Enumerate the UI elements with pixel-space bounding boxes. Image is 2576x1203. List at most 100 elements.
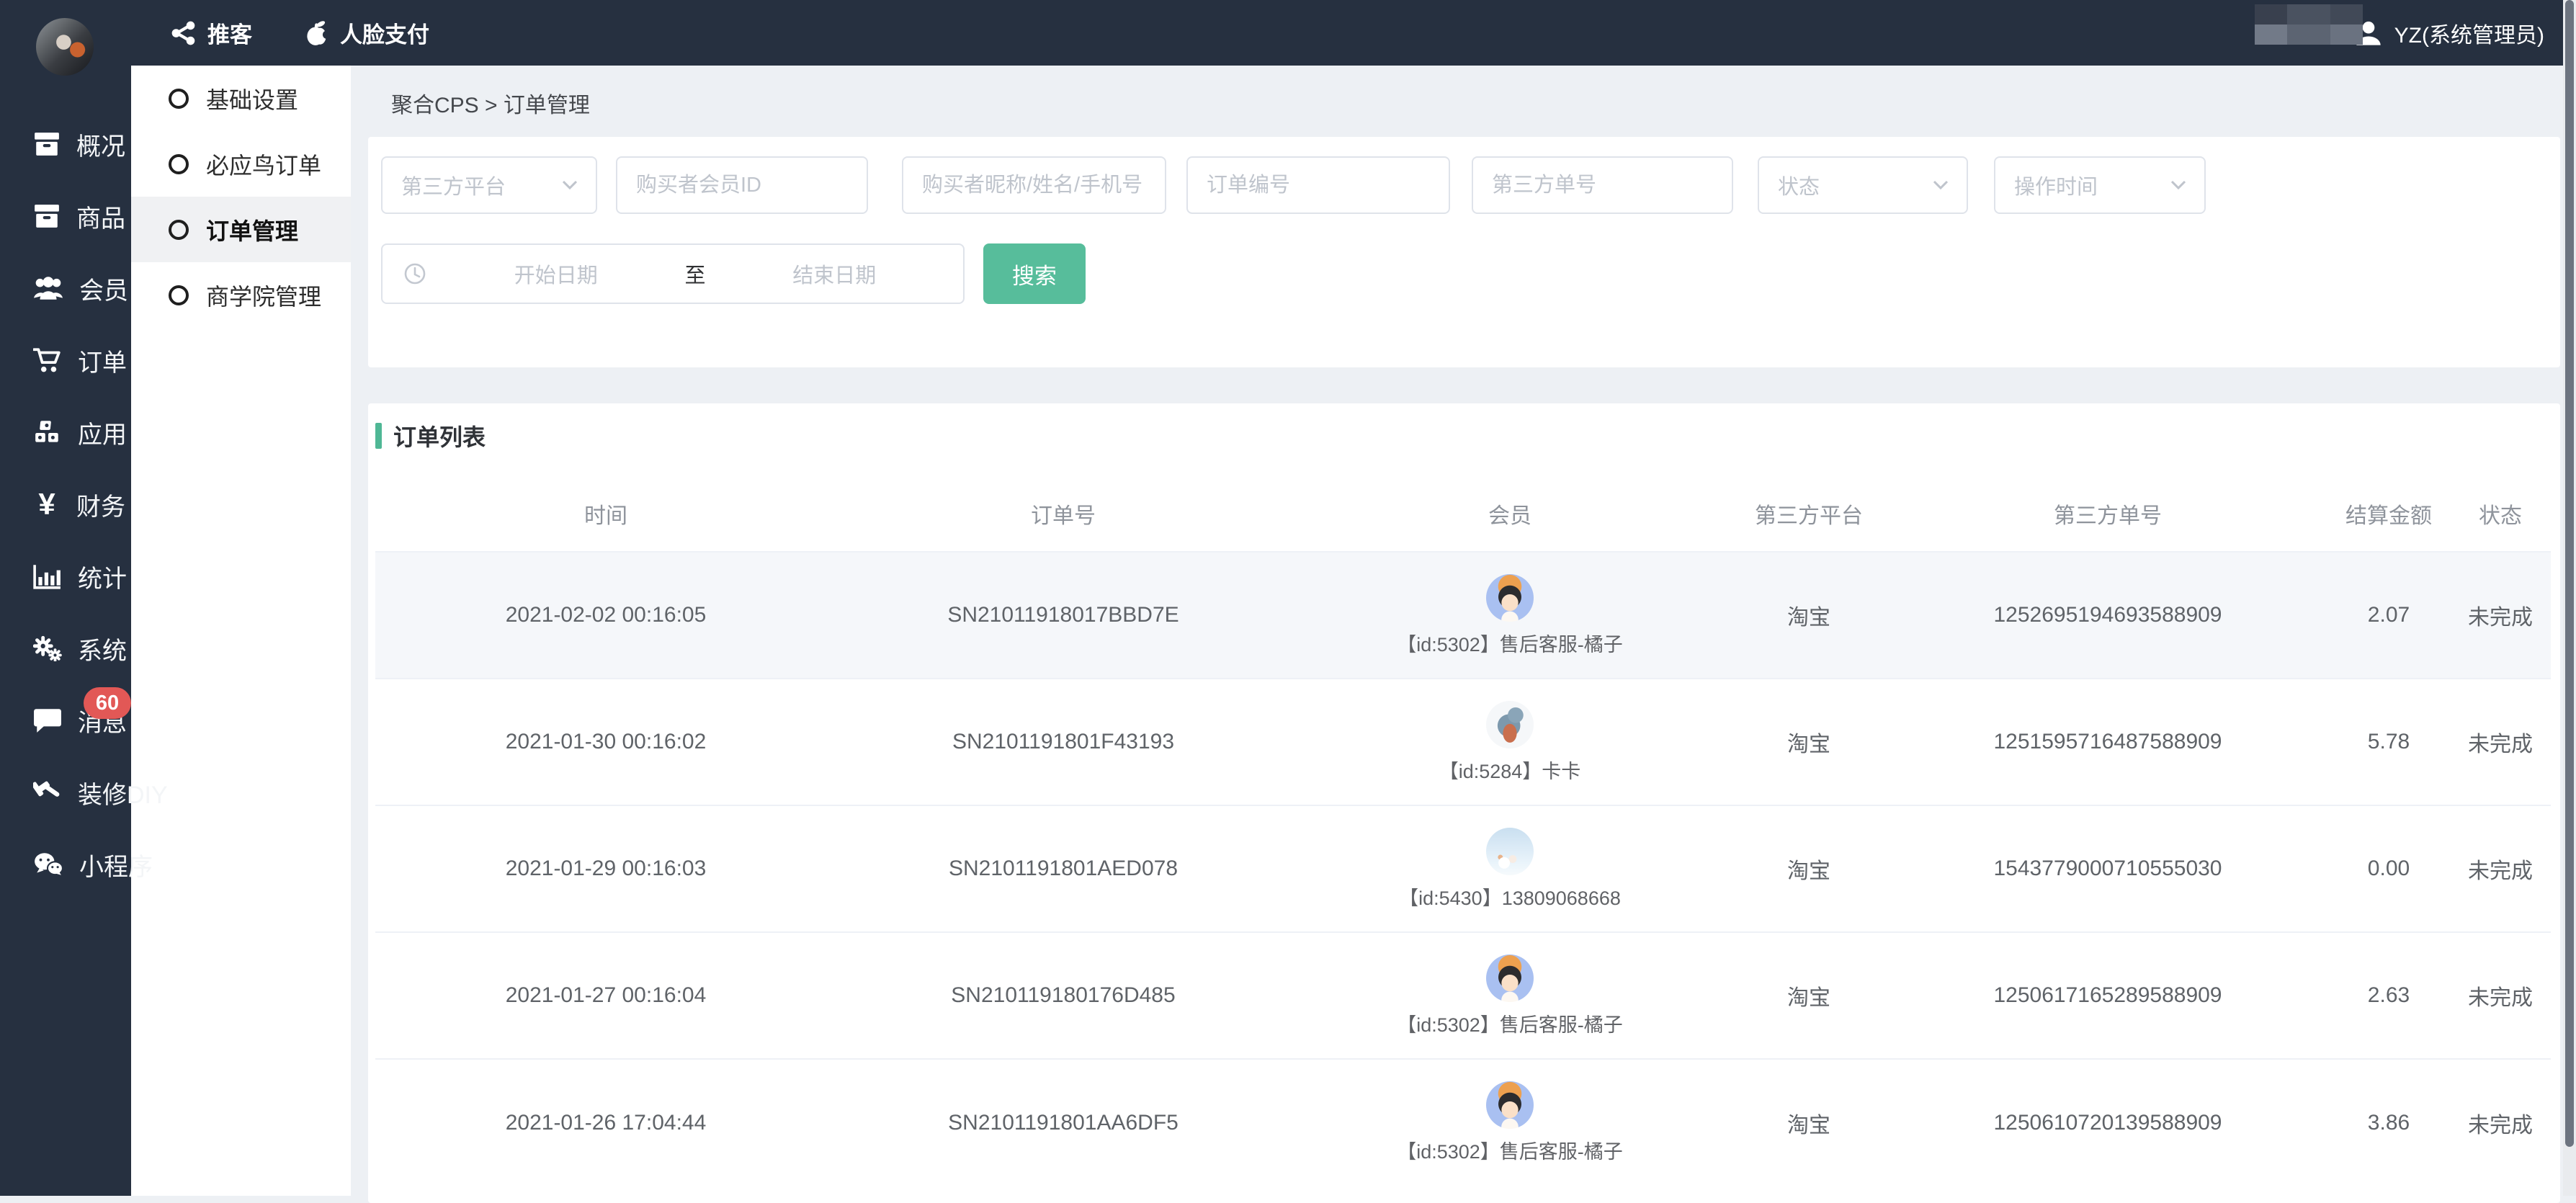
sidebar-item-label: 装修DIY — [78, 775, 168, 810]
topbar-tabs: 推客 人脸支付 — [170, 17, 429, 49]
cell-member: 【id:5302】售后客服-橘子 — [1290, 932, 1730, 1059]
submenu-item-order-management[interactable]: 订单管理 — [131, 197, 351, 262]
share-icon — [170, 19, 197, 47]
cell-time: 2021-01-26 17:04:44 — [375, 1059, 836, 1186]
status-select[interactable]: 状态 — [1758, 156, 1968, 214]
cell-third-no: 1252695194693588909 — [1888, 552, 2327, 679]
cell-time: 2021-01-27 00:16:04 — [375, 932, 836, 1059]
cell-order-no: SN2101191801AED078 — [836, 805, 1290, 932]
order-no-input[interactable] — [1186, 156, 1450, 214]
user-menu[interactable]: YZ(系统管理员) — [2354, 0, 2544, 66]
table-row[interactable]: 2021-01-30 00:16:02 SN2101191801F43193 【… — [375, 679, 2551, 805]
apple-icon — [303, 19, 330, 48]
cell-time: 2021-01-29 00:16:03 — [375, 805, 836, 932]
col-header-status: 状态 — [2450, 475, 2551, 552]
member-name: 【id:5302】售后客服-橘子 — [1397, 629, 1623, 657]
cell-member: 【id:5430】13809068668 — [1290, 805, 1730, 932]
cell-third-no: 1250610720139588909 — [1888, 1059, 2327, 1186]
user-label: YZ(系统管理员) — [2394, 17, 2544, 49]
sidebar-item-members[interactable]: 会员 — [0, 252, 131, 324]
cell-amount: 3.86 — [2327, 1059, 2450, 1186]
tab-tuike[interactable]: 推客 — [170, 17, 252, 49]
cell-amount: 0.00 — [2327, 805, 2450, 932]
profile-avatar[interactable] — [36, 18, 94, 76]
member-avatar — [1486, 1081, 1534, 1129]
circle-icon — [169, 89, 189, 109]
users-icon — [33, 275, 63, 301]
sidebar-item-messages[interactable]: 消息 60 — [0, 684, 131, 756]
member-avatar — [1486, 954, 1534, 1002]
sidebar-item-apps[interactable]: 应用 — [0, 396, 131, 468]
member-id-input[interactable] — [616, 156, 868, 214]
sidebar-item-label: 小程序 — [79, 847, 153, 882]
member-avatar — [1486, 574, 1534, 622]
submenu-item-label: 订单管理 — [206, 213, 298, 246]
tab-face-pay[interactable]: 人脸支付 — [303, 17, 429, 49]
col-header-amount: 结算金额 — [2327, 475, 2450, 552]
orders-table: 时间 订单号 会员 第三方平台 第三方单号 结算金额 状态 2021-02-02… — [375, 475, 2551, 1186]
title-accent-bar — [375, 423, 382, 449]
cell-platform: 淘宝 — [1730, 805, 1888, 932]
table-row[interactable]: 2021-01-26 17:04:44 SN2101191801AA6DF5 【… — [375, 1059, 2551, 1186]
cell-status: 未完成 — [2450, 1059, 2551, 1186]
nickname-input[interactable] — [902, 156, 1166, 214]
col-header-third-no: 第三方单号 — [1888, 475, 2327, 552]
operation-time-select[interactable]: 操作时间 — [1994, 156, 2206, 214]
col-header-platform: 第三方平台 — [1730, 475, 1888, 552]
platform-select[interactable]: 第三方平台 — [381, 156, 597, 214]
cell-platform: 淘宝 — [1730, 552, 1888, 679]
sidebar-item-stats[interactable]: 统计 — [0, 540, 131, 612]
member-name: 【id:5430】13809068668 — [1399, 882, 1621, 911]
sidebar-item-diy[interactable]: 装修DIY — [0, 756, 131, 828]
sidebar-item-label: 订单 — [78, 343, 127, 378]
search-button[interactable]: 搜索 — [983, 243, 1086, 304]
member-name: 【id:5284】卡卡 — [1439, 756, 1581, 784]
main-content: 聚合CPS > 订单管理 第三方平台 状态 操作时间 — [351, 66, 2576, 1196]
sidebar-item-miniprogram[interactable]: 小程序 — [0, 828, 131, 900]
col-header-order-no: 订单号 — [836, 475, 1290, 552]
filter-panel: 第三方平台 状态 操作时间 — [368, 137, 2560, 367]
member-name: 【id:5302】售后客服-橘子 — [1397, 1136, 1623, 1164]
table-row[interactable]: 2021-01-29 00:16:03 SN2101191801AED078 【… — [375, 805, 2551, 932]
sidebar-item-system[interactable]: 系统 — [0, 612, 131, 684]
sidebar-item-label: 概况 — [76, 127, 125, 162]
sidebar-item-finance[interactable]: ¥ 财务 — [0, 468, 131, 540]
submenu-item-bingbird-orders[interactable]: 必应鸟订单 — [131, 131, 351, 197]
member-name: 【id:5302】售后客服-橘子 — [1397, 1009, 1623, 1037]
sidebar-item-orders[interactable]: 订单 — [0, 324, 131, 396]
sidebar-item-overview[interactable]: 概况 — [0, 108, 131, 180]
cell-order-no: SN21011918017BBD7E — [836, 552, 1290, 679]
date-start-placeholder: 开始日期 — [427, 259, 685, 289]
cubes-icon — [33, 419, 62, 445]
table-row[interactable]: 2021-01-27 00:16:04 SN210119180176D485 【… — [375, 932, 2551, 1059]
status-select-value: 状态 — [1778, 170, 1820, 200]
cell-amount: 5.78 — [2327, 679, 2450, 805]
cell-platform: 淘宝 — [1730, 679, 1888, 805]
member-avatar — [1486, 701, 1534, 748]
col-header-member: 会员 — [1290, 475, 1730, 552]
sidebar: 概况 商品 会员 订单 — [0, 0, 131, 1196]
sidebar-item-goods[interactable]: 商品 — [0, 180, 131, 252]
circle-icon — [169, 285, 189, 305]
submenu-item-label: 商学院管理 — [206, 279, 321, 312]
order-list-panel: 订单列表 时间 订单号 会员 第三方平台 第三方单号 结算金额 状态 2021-… — [368, 403, 2560, 1203]
cell-member: 【id:5284】卡卡 — [1290, 679, 1730, 805]
chevron-down-icon — [2170, 179, 2187, 191]
gavel-icon — [33, 779, 62, 805]
topbar: 推客 人脸支付 YZ(系统管理员) — [0, 0, 2576, 66]
submenu-item-business-school[interactable]: 商学院管理 — [131, 262, 351, 328]
cell-time: 2021-02-02 00:16:05 — [375, 552, 836, 679]
submenu-item-basic-settings[interactable]: 基础设置 — [131, 66, 351, 131]
scrollbar-thumb[interactable] — [2565, 0, 2574, 1147]
third-party-no-input[interactable] — [1472, 156, 1733, 214]
cell-order-no: SN2101191801F43193 — [836, 679, 1290, 805]
cell-platform: 淘宝 — [1730, 1059, 1888, 1186]
sidebar-item-label: 财务 — [76, 487, 125, 522]
wechat-icon — [33, 851, 63, 877]
sidebar-item-label: 会员 — [79, 271, 128, 306]
cell-amount: 2.07 — [2327, 552, 2450, 679]
cell-third-no: 1251595716487588909 — [1888, 679, 2327, 805]
date-range-picker[interactable]: 开始日期 至 结束日期 — [381, 243, 965, 304]
message-count-badge: 60 — [84, 687, 131, 719]
table-row[interactable]: 2021-02-02 00:16:05 SN21011918017BBD7E 【… — [375, 552, 2551, 679]
